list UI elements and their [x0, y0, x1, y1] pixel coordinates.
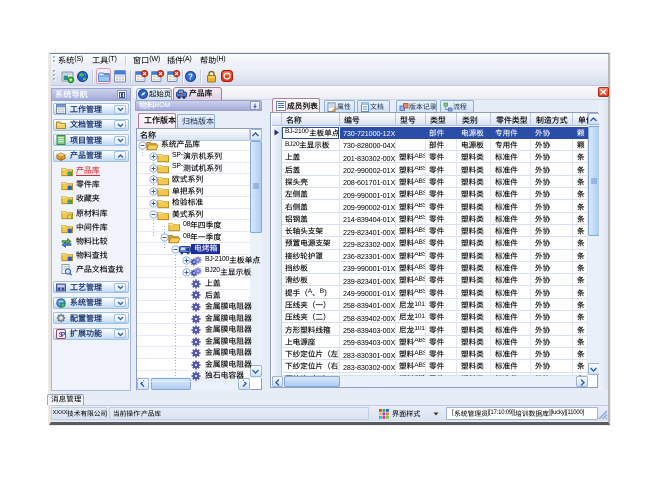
svg-text:?: ?	[188, 72, 193, 81]
svg-text:P: P	[60, 329, 65, 338]
